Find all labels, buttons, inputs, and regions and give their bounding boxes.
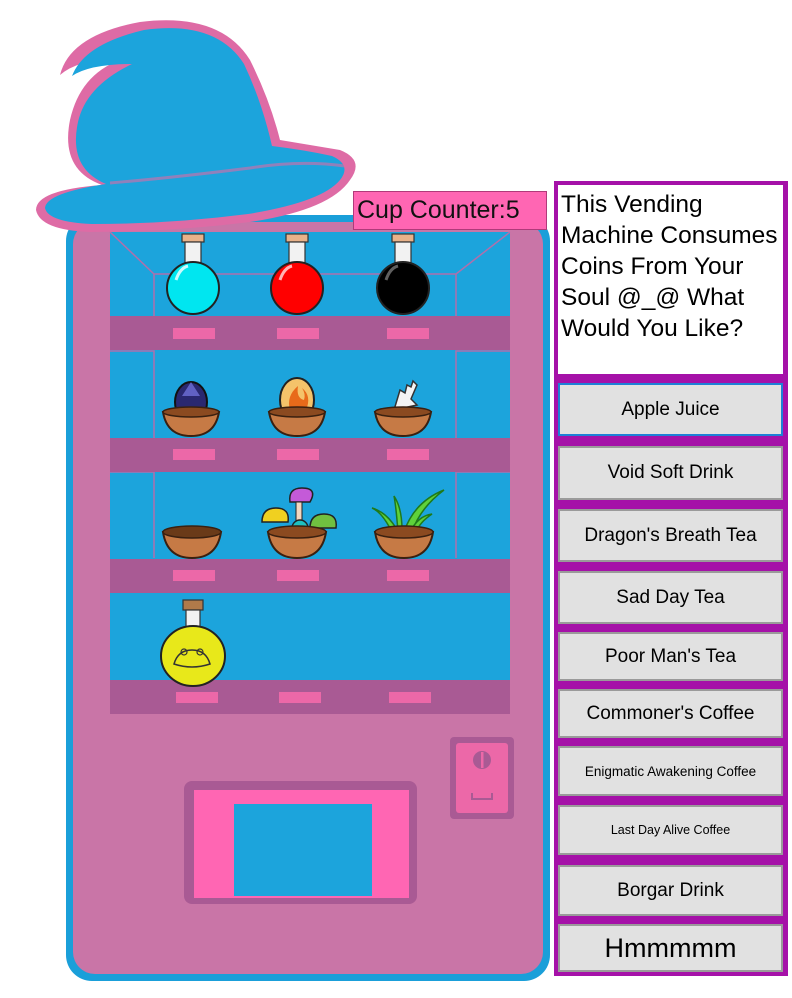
cup-counter-value: 5 [505, 196, 520, 224]
menu-button-poor-mans-tea[interactable]: Poor Man's Tea [558, 632, 783, 681]
menu-button-sad-day-tea[interactable]: Sad Day Tea [558, 571, 783, 624]
menu-button-apple-juice[interactable]: Apple Juice [558, 383, 783, 436]
menu-button-borgar-drink[interactable]: Borgar Drink [558, 865, 783, 916]
menu-button-enigmatic-awakening-coffee[interactable]: Enigmatic Awakening Coffee [558, 746, 783, 796]
machine-message: This Vending Machine Consumes Coins From… [558, 185, 783, 374]
cup-counter-label: Cup Counter: [357, 196, 506, 224]
cup-counter: Cup Counter:5 [353, 191, 547, 230]
menu-button-hmmmmm[interactable]: Hmmmmm [558, 924, 783, 972]
menu-button-commoners-coffee[interactable]: Commoner's Coffee [558, 689, 783, 738]
menu-button-dragons-breath-tea[interactable]: Dragon's Breath Tea [558, 509, 783, 562]
wizard-hat-icon [36, 20, 356, 232]
menu-button-void-soft-drink[interactable]: Void Soft Drink [558, 446, 783, 500]
dispense-tray[interactable] [184, 781, 417, 904]
menu-button-last-day-alive-coffee[interactable]: Last Day Alive Coffee [558, 805, 783, 855]
coin-slot-panel[interactable] [450, 737, 514, 819]
vending-machine: Cup Counter:5 [0, 0, 560, 998]
